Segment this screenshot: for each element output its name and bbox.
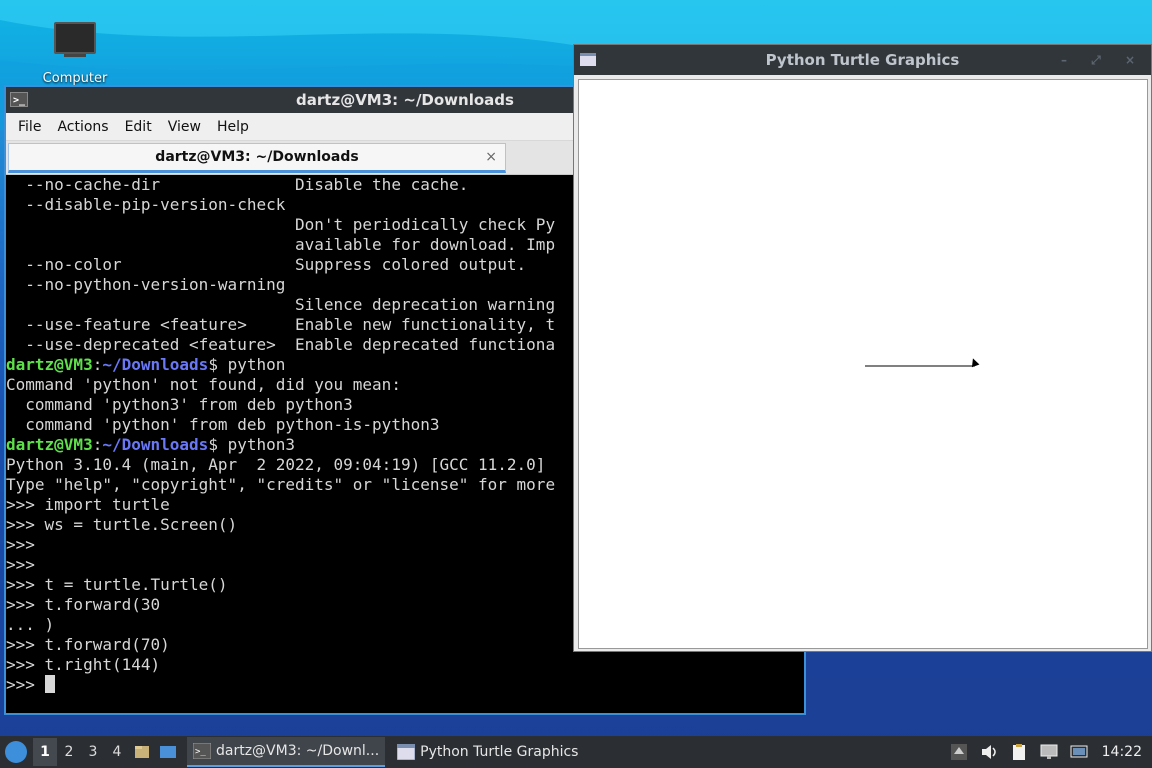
menu-edit[interactable]: Edit [117, 119, 160, 135]
tab-label: dartz@VM3: ~/Downloads [155, 149, 359, 165]
turtle-window[interactable]: Python Turtle Graphics – ⤢ × [573, 44, 1152, 652]
prompt-path: ~/Downloads [102, 355, 209, 374]
prompt-user: dartz@VM3 [6, 435, 93, 454]
menu-view[interactable]: View [160, 119, 209, 135]
window-icon [580, 53, 596, 66]
repl-prompt: >>> [6, 675, 45, 694]
clock[interactable]: 14:22 [1102, 744, 1142, 760]
desktop-icon-computer[interactable]: Computer [34, 22, 116, 86]
svg-text:>_: >_ [195, 747, 206, 757]
show-desktop-icon[interactable] [159, 743, 177, 761]
menu-help[interactable]: Help [209, 119, 257, 135]
menu-actions[interactable]: Actions [49, 119, 116, 135]
terminal-icon: >_ [193, 743, 211, 759]
tray-up-icon[interactable] [950, 743, 968, 761]
window-icon [397, 744, 416, 760]
prompt-sep: : [92, 355, 103, 374]
workspace-3[interactable]: 3 [81, 744, 105, 760]
prompt-path: ~/Downloads [102, 435, 209, 454]
input-line[interactable]: >>> [6, 675, 804, 695]
volume-icon[interactable] [980, 743, 998, 761]
tab-terminal[interactable]: dartz@VM3: ~/Downloads × [8, 143, 506, 173]
command-text: python [227, 355, 286, 374]
turtle-titlebar[interactable]: Python Turtle Graphics – ⤢ × [574, 45, 1151, 75]
start-menu-icon[interactable] [5, 741, 27, 763]
text-cursor [44, 675, 55, 693]
task-terminal[interactable]: >_ dartz@VM3: ~/Downl... [187, 737, 386, 767]
workspace-2[interactable]: 2 [57, 744, 81, 760]
task-turtle[interactable]: Python Turtle Graphics [391, 737, 584, 767]
close-tab-icon[interactable]: × [485, 144, 497, 170]
command-text: python3 [227, 435, 296, 454]
terminal-title: dartz@VM3: ~/Downloads [296, 91, 514, 109]
window-controls[interactable]: – ⤢ × [1061, 45, 1145, 75]
system-tray: 14:22 [944, 736, 1152, 768]
task-label: Python Turtle Graphics [420, 744, 579, 760]
display-icon[interactable] [1070, 743, 1088, 761]
taskbar: 1 2 3 4 >_ dartz@VM3: ~/Downl... Python … [0, 736, 1152, 768]
turtle-title: Python Turtle Graphics [765, 51, 960, 69]
task-label: dartz@VM3: ~/Downl... [216, 743, 380, 759]
prompt-user: dartz@VM3 [6, 355, 93, 374]
clipboard-icon[interactable] [1010, 743, 1028, 761]
prompt-dollar: $ [208, 355, 228, 374]
prompt-dollar: $ [208, 435, 228, 454]
terminal-line: >>> t.right(144) [6, 655, 161, 674]
desktop-icon-label: Computer [42, 71, 108, 86]
turtle-canvas[interactable] [578, 79, 1148, 649]
workspace-4[interactable]: 4 [105, 744, 129, 760]
terminal-icon: >_ [10, 92, 28, 107]
workspace-1[interactable]: 1 [33, 738, 57, 766]
computer-icon [54, 22, 96, 54]
network-icon[interactable] [1040, 743, 1058, 761]
file-manager-icon[interactable] [133, 743, 151, 761]
menu-file[interactable]: File [10, 119, 49, 135]
turtle-drawing [865, 358, 980, 368]
prompt-sep: : [92, 435, 103, 454]
